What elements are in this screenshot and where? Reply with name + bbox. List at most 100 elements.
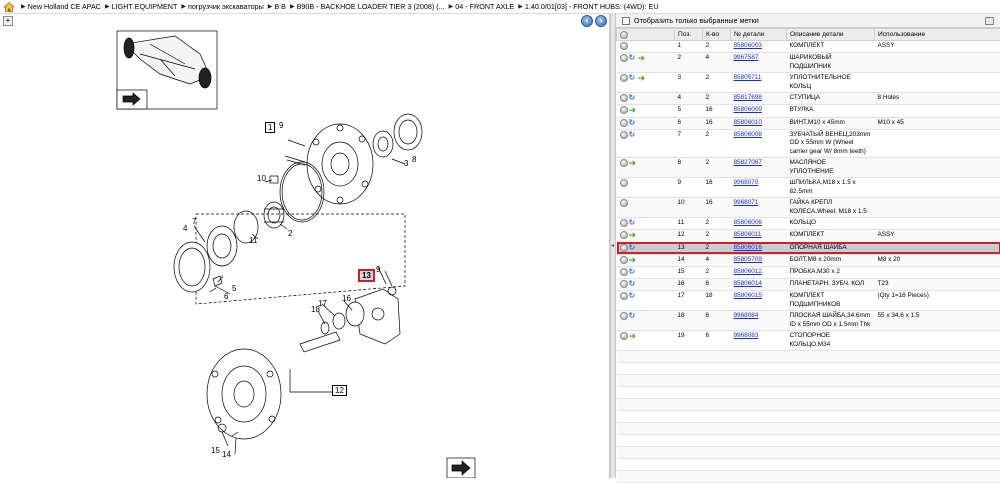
header-qty[interactable]: К-во xyxy=(703,29,731,41)
part-number-link[interactable]: 85806012 xyxy=(734,268,762,275)
select-row-icon[interactable] xyxy=(620,119,628,127)
select-row-icon[interactable] xyxy=(620,219,628,227)
table-row[interactable]: 1285806003КОМПЛЕКТASSY xyxy=(617,41,1000,53)
callout-1[interactable]: 1 xyxy=(265,122,275,133)
add-to-cart-icon[interactable]: ➜ xyxy=(638,74,646,82)
select-row-icon[interactable] xyxy=(620,199,628,207)
breadcrumb-item[interactable]: ▶1.40.0/01[03] - FRONT HUBS: (4WD): EU xyxy=(514,2,658,11)
replacement-icon[interactable]: ↻ xyxy=(629,292,637,300)
select-row-icon[interactable] xyxy=(620,106,628,114)
part-number-link[interactable]: 85817698 xyxy=(734,94,762,101)
add-to-cart-icon[interactable]: ➜ xyxy=(629,231,637,239)
breadcrumb-label[interactable]: 04 - FRONT AXLE xyxy=(455,2,514,11)
breadcrumb-label[interactable]: LIGHT EQUIPMENT xyxy=(112,2,178,11)
replacement-icon[interactable]: ↻ xyxy=(629,280,637,288)
breadcrumb-label[interactable]: 1.40.0/01[03] - FRONT HUBS: (4WD): EU xyxy=(525,2,659,11)
part-number-link[interactable]: 9968083 xyxy=(734,332,759,339)
table-row[interactable]: ↻15285806012ПРОБКА,M30 x 2 xyxy=(617,267,1000,279)
breadcrumb-item[interactable]: ▶04 - FRONT AXLE xyxy=(445,2,515,11)
table-row[interactable]: ↻171885806015КОМПЛЕКТ ПОДШИПНИКОВ(Qty 1=… xyxy=(617,291,1000,311)
breadcrumb-item[interactable]: ▶New Holland CE APAC xyxy=(17,2,101,11)
callout-15[interactable]: 15 xyxy=(211,446,220,455)
callout-6[interactable]: 6 xyxy=(224,292,228,301)
breadcrumb-label[interactable]: погрузчик экскаваторы xyxy=(188,2,264,11)
breadcrumb-item[interactable]: ▶B90B - BACKHOE LOADER TIER 3 (2008) (..… xyxy=(286,2,445,11)
part-number-link[interactable]: 85806015 xyxy=(734,292,762,299)
table-row[interactable]: ↻7285806008ЗУБЧАТЫЙ ВЕНЕЦ,203mm OD x 55m… xyxy=(617,129,1000,158)
show-selected-checkbox[interactable] xyxy=(622,17,630,25)
select-row-icon[interactable] xyxy=(620,131,628,139)
callout-12[interactable]: 12 xyxy=(332,385,347,396)
header-description[interactable]: Описание детали xyxy=(787,29,875,41)
home-icon[interactable] xyxy=(3,1,15,13)
part-number-link[interactable]: 9967587 xyxy=(734,54,759,61)
callout-5[interactable]: 5 xyxy=(232,284,236,293)
part-number-link[interactable]: 85806009 xyxy=(734,106,762,113)
select-row-icon[interactable] xyxy=(620,42,628,50)
replacement-icon[interactable]: ↻ xyxy=(629,312,637,320)
add-to-cart-icon[interactable]: ➜ xyxy=(629,256,637,264)
callout-7[interactable]: 7 xyxy=(192,217,196,226)
table-row[interactable]: ↻1869968084ПЛОСКАЯ ШАЙБА,34.6mm ID x 55m… xyxy=(617,311,1000,331)
breadcrumb-item[interactable]: ▶LIGHT EQUIPMENT xyxy=(101,2,177,11)
add-to-cart-icon[interactable]: ➜ xyxy=(638,54,646,62)
breadcrumb-item[interactable]: ▶B B xyxy=(264,2,286,11)
breadcrumb-label[interactable]: B90B - BACKHOE LOADER TIER 3 (2008) (... xyxy=(297,2,445,11)
replacement-icon[interactable]: ↻ xyxy=(629,54,637,62)
part-number-link[interactable]: 85806014 xyxy=(734,280,762,287)
select-row-icon[interactable] xyxy=(620,332,628,340)
callout-11[interactable]: 11 xyxy=(249,236,257,245)
select-row-icon[interactable] xyxy=(620,312,628,320)
callout-13-highlighted[interactable]: 13 xyxy=(358,269,375,282)
callout-18[interactable]: 18 xyxy=(311,305,320,314)
add-to-cart-icon[interactable]: ➜ xyxy=(629,332,637,340)
select-row-icon[interactable] xyxy=(620,256,628,264)
select-row-icon[interactable] xyxy=(620,280,628,288)
table-row-selected[interactable]: ↻13285806016ОПОРНАЯ ШАЙБА xyxy=(617,242,1000,254)
header-pos[interactable]: Поз. xyxy=(675,29,703,41)
select-row-icon[interactable] xyxy=(620,231,628,239)
select-row-icon[interactable] xyxy=(620,159,628,167)
select-row-icon[interactable] xyxy=(620,244,628,252)
breadcrumb-label[interactable]: B B xyxy=(274,2,286,11)
select-row-icon[interactable] xyxy=(620,94,628,102)
part-number-link[interactable]: 85806016 xyxy=(734,244,762,251)
part-number-link[interactable]: 85806011 xyxy=(734,231,762,238)
replacement-icon[interactable]: ↻ xyxy=(629,219,637,227)
select-row-icon[interactable] xyxy=(620,268,628,276)
select-row-icon[interactable] xyxy=(620,74,628,82)
table-row[interactable]: ➜1969968083СТОПОРНОЕ КОЛЬЦО,M34 xyxy=(617,331,1000,351)
table-row[interactable]: 10169968071ГАЙКА КРЕПЛ КОЛЕСА,Wheel, M18… xyxy=(617,198,1000,218)
replacement-icon[interactable]: ↻ xyxy=(629,94,637,102)
part-number-link[interactable]: 85827067 xyxy=(734,159,762,166)
replacement-icon[interactable]: ↻ xyxy=(629,74,637,82)
table-row[interactable]: ↻4285817698СТУПИЦА8 Holes xyxy=(617,93,1000,105)
replacement-icon[interactable]: ↻ xyxy=(629,131,637,139)
replacement-icon[interactable]: ↻ xyxy=(629,119,637,127)
callout-8[interactable]: 8 xyxy=(412,155,416,164)
part-number-link[interactable]: 9968070 xyxy=(734,179,759,186)
table-row[interactable]: ↻61685806010ВИНТ,M10 x 45mmM10 x 45 xyxy=(617,117,1000,129)
part-number-link[interactable]: 85805711 xyxy=(734,74,762,81)
part-number-link[interactable]: 85806008 xyxy=(734,131,762,138)
part-number-link[interactable]: 85806010 xyxy=(734,119,762,126)
table-row[interactable]: ↻11285806006КОЛЬЦО xyxy=(617,218,1000,230)
list-options-icon[interactable] xyxy=(985,17,994,25)
breadcrumb-label[interactable]: New Holland CE APAC xyxy=(28,2,101,11)
replacement-icon[interactable]: ↻ xyxy=(629,244,637,252)
callout-9b[interactable]: 9 xyxy=(376,265,380,274)
callout-16[interactable]: 16 xyxy=(342,294,351,303)
table-row[interactable]: ↻➜249967587ШАРИКОВЫЙ ПОДШИПНИК xyxy=(617,53,1000,73)
part-number-link[interactable]: 9968071 xyxy=(734,199,759,206)
select-row-icon[interactable] xyxy=(620,292,628,300)
table-row[interactable]: ↻➜3285805711УПЛОТНИТЕЛЬНОЕ КОЛЬЦ xyxy=(617,73,1000,93)
part-number-link[interactable]: 9968084 xyxy=(734,312,759,319)
callout-10[interactable]: 10 xyxy=(257,174,266,183)
replacement-icon[interactable]: ↻ xyxy=(629,268,637,276)
table-row[interactable]: ➜14485805709БОЛТ,M8 x 20mmM8 x 20 xyxy=(617,254,1000,266)
select-row-icon[interactable] xyxy=(620,179,628,187)
header-part-number[interactable]: № детали xyxy=(731,29,787,41)
breadcrumb-item[interactable]: ▶погрузчик экскаваторы xyxy=(177,2,263,11)
select-all-icon[interactable] xyxy=(620,31,628,39)
part-number-link[interactable]: 85806003 xyxy=(734,42,762,49)
